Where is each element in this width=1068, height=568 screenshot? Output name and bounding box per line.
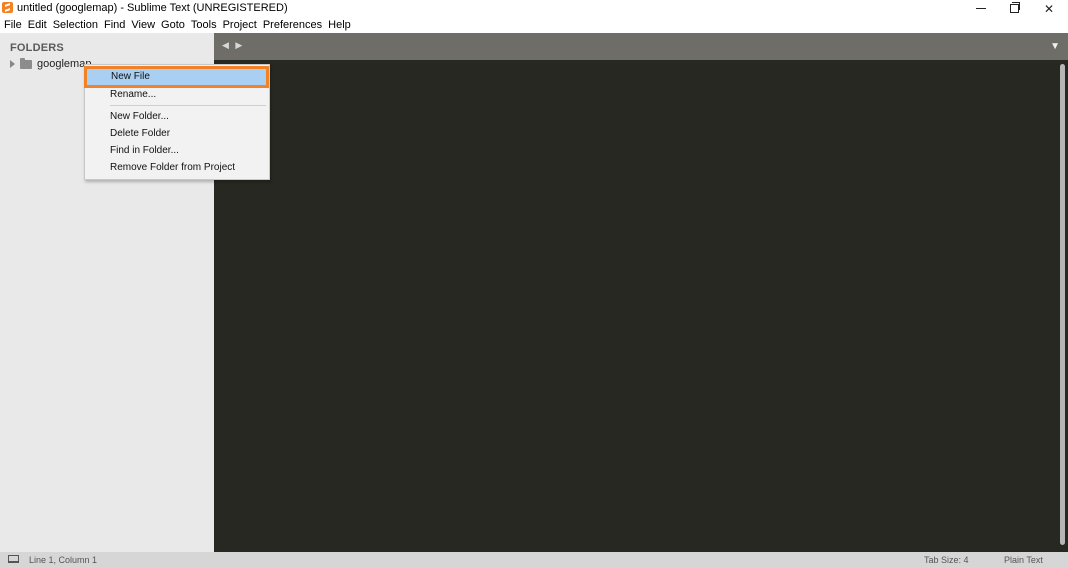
sublime-app-icon xyxy=(2,2,13,13)
console-toggle-icon[interactable] xyxy=(8,555,19,563)
minimize-button[interactable] xyxy=(964,0,998,17)
menu-tools[interactable]: Tools xyxy=(191,19,217,31)
menu-help[interactable]: Help xyxy=(328,19,351,31)
syntax-indicator[interactable]: Plain Text xyxy=(1004,555,1043,565)
menu-item-find-in-folder[interactable]: Find in Folder... xyxy=(85,142,269,159)
menu-goto[interactable]: Goto xyxy=(161,19,185,31)
minimize-icon xyxy=(976,8,986,9)
menu-item-new-file[interactable]: New File xyxy=(84,66,269,88)
menu-find[interactable]: Find xyxy=(104,19,125,31)
expand-arrow-icon[interactable] xyxy=(10,60,15,68)
menu-preferences[interactable]: Preferences xyxy=(263,19,322,31)
window-title: untitled (googlemap) - Sublime Text (UNR… xyxy=(17,2,288,14)
close-icon: ✕ xyxy=(1043,1,1055,16)
menu-view[interactable]: View xyxy=(131,19,155,31)
tab-size-indicator[interactable]: Tab Size: 4 xyxy=(924,555,969,565)
tab-list-dropdown-icon[interactable]: ▼ xyxy=(1050,41,1060,52)
menu-edit[interactable]: Edit xyxy=(28,19,47,31)
close-button[interactable]: ✕ xyxy=(1032,0,1066,17)
folder-icon xyxy=(20,58,32,69)
menu-separator xyxy=(110,105,266,106)
menu-item-remove-folder[interactable]: Remove Folder from Project xyxy=(85,159,269,176)
menu-bar: File Edit Selection Find View Goto Tools… xyxy=(0,17,1068,33)
tab-navigation-arrows-icon[interactable]: ◀ ▶ xyxy=(222,40,244,51)
menu-item-rename[interactable]: Rename... xyxy=(85,86,269,103)
editor-area[interactable] xyxy=(214,60,1068,552)
vertical-scrollbar[interactable] xyxy=(1060,64,1065,545)
maximize-button[interactable] xyxy=(997,0,1031,17)
menu-project[interactable]: Project xyxy=(223,19,257,31)
folder-context-menu: New File Rename... New Folder... Delete … xyxy=(84,64,270,180)
menu-selection[interactable]: Selection xyxy=(53,19,98,31)
title-bar: untitled (googlemap) - Sublime Text (UNR… xyxy=(0,0,1068,17)
status-bar: Line 1, Column 1 Tab Size: 4 Plain Text xyxy=(0,552,1068,568)
cursor-position: Line 1, Column 1 xyxy=(29,555,98,565)
menu-file[interactable]: File xyxy=(4,19,22,31)
restore-icon xyxy=(1009,2,1020,13)
folders-heading: FOLDERS xyxy=(10,42,64,54)
menu-item-delete-folder[interactable]: Delete Folder xyxy=(85,125,269,142)
tab-bar: ◀ ▶ ▼ xyxy=(214,33,1068,60)
menu-item-new-folder[interactable]: New Folder... xyxy=(85,108,269,125)
